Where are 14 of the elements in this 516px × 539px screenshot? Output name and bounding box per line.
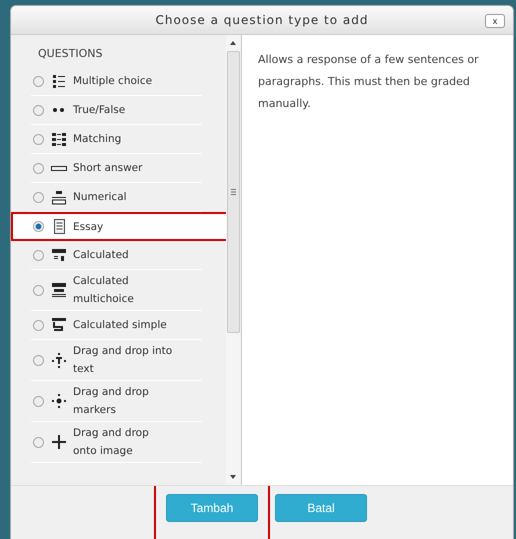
question-type-option[interactable]: Drag and drop onto image [31, 422, 202, 464]
question-type-option[interactable]: Calculated simple [31, 311, 202, 340]
description-text: Allows a response of a few sentences or paragraphs. This must then be graded manually. [257, 52, 480, 112]
section-heading: QUESTIONS [37, 47, 104, 62]
question-type-option[interactable]: Drag and drop into text [31, 340, 202, 382]
question-type-option[interactable]: Short answer [31, 154, 202, 184]
question-type-option[interactable]: Multiple choice [31, 67, 202, 96]
question-type-option[interactable]: Drag and drop markers [31, 381, 202, 422]
question-type-option[interactable]: Calculated multichoice [31, 270, 202, 312]
question-type-option[interactable]: Calculated [31, 241, 202, 270]
question-type-option[interactable]: True/False [31, 96, 202, 126]
question-type-option[interactable]: Matching [31, 125, 202, 154]
close-button[interactable]: x [485, 14, 505, 28]
dialog-title: Choose a question type to add [155, 13, 368, 28]
